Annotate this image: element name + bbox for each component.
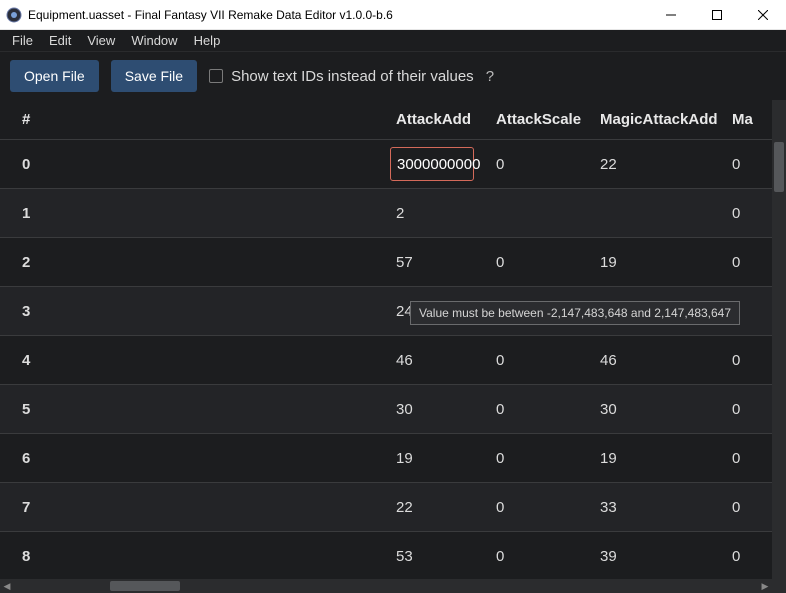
table-row[interactable]: 5300300 — [0, 385, 786, 434]
table-row[interactable]: 7220330 — [0, 483, 786, 532]
cell-attackscale[interactable]: 0 — [488, 483, 592, 531]
minimize-button[interactable] — [648, 0, 694, 29]
cell-index[interactable]: 5 — [0, 385, 388, 433]
cell-magicattackadd[interactable]: 30 — [592, 385, 724, 433]
cell-attackscale[interactable]: 0 — [488, 140, 592, 188]
cell-attackadd[interactable]: 30 — [388, 385, 488, 433]
open-file-button[interactable]: Open File — [10, 60, 99, 92]
scroll-right-icon[interactable]: ▶ — [758, 579, 772, 593]
cell-ma[interactable]: 0 — [724, 483, 764, 531]
cell-attackadd[interactable]: 57 — [388, 238, 488, 286]
col-header-attackadd[interactable]: AttackAdd — [388, 100, 488, 139]
table-row[interactable]: 8530390 — [0, 532, 786, 579]
cell-editor-input[interactable]: 3000000000 — [390, 147, 474, 181]
close-button[interactable] — [740, 0, 786, 29]
table-row[interactable]: 12 0 — [0, 189, 786, 238]
table-row[interactable]: 2570190 — [0, 238, 786, 287]
menu-file[interactable]: File — [4, 31, 41, 50]
cell-magicattackadd[interactable]: 19 — [592, 434, 724, 482]
cell-index[interactable]: 6 — [0, 434, 388, 482]
save-file-button[interactable]: Save File — [111, 60, 197, 92]
window-titlebar: Equipment.uasset - Final Fantasy VII Rem… — [0, 0, 786, 30]
cell-index[interactable]: 2 — [0, 238, 388, 286]
cell-magicattackadd[interactable]: 19 — [592, 238, 724, 286]
horizontal-scroll-thumb[interactable] — [110, 581, 180, 591]
menu-window[interactable]: Window — [123, 31, 185, 50]
cell-attackscale[interactable]: 0 — [488, 532, 592, 579]
checkbox-label: Show text IDs instead of their values — [231, 68, 474, 85]
cell-magicattackadd[interactable]: 22 — [592, 140, 724, 188]
cell-attackscale[interactable] — [488, 189, 592, 237]
cell-attackadd[interactable]: 2 — [388, 189, 488, 237]
cell-attackadd[interactable]: 19 — [388, 434, 488, 482]
cell-index[interactable]: 0 — [0, 140, 388, 188]
cell-magicattackadd[interactable]: 39 — [592, 532, 724, 579]
cell-attackadd[interactable]: 22 — [388, 483, 488, 531]
cell-attackscale[interactable]: 0 — [488, 336, 592, 384]
cell-attackscale[interactable]: 0 — [488, 385, 592, 433]
toolbar: Open File Save File Show text IDs instea… — [0, 52, 786, 100]
col-header-index[interactable]: # — [0, 100, 388, 139]
cell-attackadd[interactable]: 53 — [388, 532, 488, 579]
cell-ma[interactable]: 0 — [724, 336, 764, 384]
cell-index[interactable]: 4 — [0, 336, 388, 384]
app-icon — [6, 7, 22, 23]
cell-ma[interactable]: 0 — [724, 189, 764, 237]
cell-magicattackadd[interactable] — [592, 189, 724, 237]
table-row[interactable]: 6190190 — [0, 434, 786, 483]
window-title: Equipment.uasset - Final Fantasy VII Rem… — [28, 8, 648, 22]
vertical-scroll-thumb[interactable] — [774, 142, 784, 192]
cell-attackadd[interactable]: 46 — [388, 336, 488, 384]
vertical-scrollbar[interactable] — [772, 100, 786, 593]
table-row[interactable]: 030000000000220 — [0, 140, 786, 189]
table-row[interactable]: 4460460 — [0, 336, 786, 385]
cell-magicattackadd[interactable]: 46 — [592, 336, 724, 384]
cell-index[interactable]: 3 — [0, 287, 388, 335]
cell-attackscale[interactable]: 0 — [488, 238, 592, 286]
data-grid-area: # AttackAdd AttackScale MagicAttackAdd M… — [0, 100, 786, 579]
data-grid[interactable]: # AttackAdd AttackScale MagicAttackAdd M… — [0, 100, 786, 579]
cell-ma[interactable]: 0 — [724, 385, 764, 433]
cell-ma[interactable]: 0 — [724, 434, 764, 482]
col-header-attackscale[interactable]: AttackScale — [488, 100, 592, 139]
col-header-magicattackadd[interactable]: MagicAttackAdd — [592, 100, 724, 139]
menu-edit[interactable]: Edit — [41, 31, 79, 50]
cell-ma[interactable]: 0 — [724, 238, 764, 286]
horizontal-scrollbar[interactable]: ◀ ▶ — [0, 579, 772, 593]
cell-attackscale[interactable]: 0 — [488, 434, 592, 482]
cell-index[interactable]: 1 — [0, 189, 388, 237]
table-header: # AttackAdd AttackScale MagicAttackAdd M… — [0, 100, 786, 140]
checkbox-box[interactable] — [209, 69, 223, 83]
validation-tooltip: Value must be between -2,147,483,648 and… — [410, 301, 740, 325]
cell-ma[interactable]: 0 — [724, 140, 764, 188]
cell-index[interactable]: 8 — [0, 532, 388, 579]
menubar: File Edit View Window Help — [0, 30, 786, 52]
col-header-ma[interactable]: Ma — [724, 100, 764, 139]
show-text-ids-checkbox[interactable]: Show text IDs instead of their values ? — [209, 68, 494, 85]
cell-magicattackadd[interactable]: 33 — [592, 483, 724, 531]
menu-help[interactable]: Help — [186, 31, 229, 50]
menu-view[interactable]: View — [79, 31, 123, 50]
cell-attackadd[interactable]: 3000000000 — [388, 140, 488, 188]
cell-ma[interactable]: 0 — [724, 532, 764, 579]
window-controls — [648, 0, 786, 29]
help-icon[interactable]: ? — [486, 68, 494, 85]
scroll-left-icon[interactable]: ◀ — [0, 579, 14, 593]
maximize-button[interactable] — [694, 0, 740, 29]
cell-index[interactable]: 7 — [0, 483, 388, 531]
